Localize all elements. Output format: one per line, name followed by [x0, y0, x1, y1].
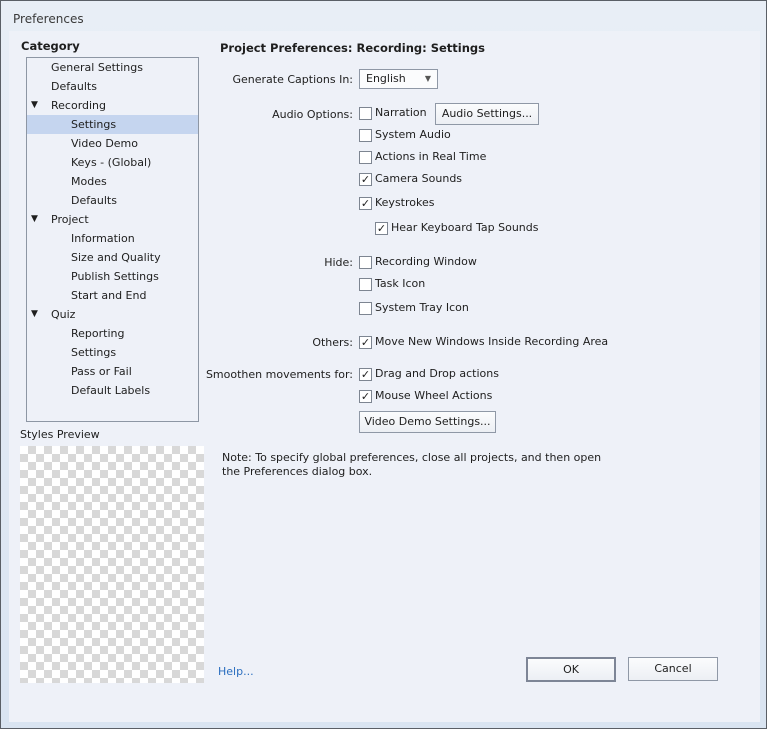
audio-settings-button[interactable]: Audio Settings... — [435, 103, 539, 125]
tree-item-label: Default Labels — [71, 384, 151, 397]
ok-button[interactable]: OK — [526, 657, 616, 682]
checkbox[interactable]: ✓ — [375, 222, 388, 235]
checkbox-label[interactable]: System Audio — [375, 128, 451, 141]
others-label: Others: — [312, 336, 353, 349]
checkbox[interactable]: ✓ — [359, 197, 372, 210]
checkbox[interactable] — [359, 107, 372, 120]
checkbox[interactable]: ✓ — [359, 368, 372, 381]
tree-item[interactable]: ▼ Project — [27, 210, 198, 229]
tree-item-label: Project — [51, 213, 89, 226]
tree-item-label: Video Demo — [71, 137, 138, 150]
tree-item[interactable]: Default Labels — [27, 381, 198, 400]
styles-preview-area — [20, 446, 204, 683]
captions-language-select[interactable]: English ▼ — [359, 69, 438, 89]
window-title: Preferences — [13, 12, 84, 26]
tree-item-label: General Settings — [51, 61, 143, 74]
audio-options-label: Audio Options: — [272, 108, 353, 121]
note-line-2: the Preferences dialog box. — [222, 465, 373, 478]
checkbox-label[interactable]: Narration — [375, 106, 427, 119]
cancel-button[interactable]: Cancel — [628, 657, 718, 681]
checkbox-label[interactable]: Camera Sounds — [375, 172, 462, 185]
tree-item-label: Settings — [71, 346, 117, 359]
styles-preview-label: Styles Preview — [20, 428, 100, 441]
tree-item[interactable]: Information — [27, 229, 198, 248]
captions-language-value: English — [366, 72, 406, 85]
smoothen-label: Smoothen movements for: — [205, 368, 353, 381]
panel-heading: Project Preferences: Recording: Settings — [220, 41, 486, 55]
tree-item-label: Quiz — [51, 308, 76, 321]
tree-item-label: Defaults — [71, 194, 117, 207]
help-link[interactable]: Help... — [218, 665, 254, 678]
tree-item-label: Recording — [51, 99, 107, 112]
tree-item-label: Keys - (Global) — [71, 156, 152, 169]
tree-item[interactable]: ▼ Quiz — [27, 305, 198, 324]
expand-arrow-icon[interactable]: ▼ — [31, 305, 38, 324]
tree-item[interactable]: Start and End — [27, 286, 198, 305]
checkbox[interactable] — [359, 151, 372, 164]
checkbox[interactable]: ✓ — [359, 173, 372, 186]
note-line-1: Note: To specify global preferences, clo… — [222, 451, 602, 464]
tree-item-label: Settings — [71, 118, 117, 131]
tree-item-label: Information — [71, 232, 135, 245]
tree-item[interactable]: Defaults — [27, 191, 198, 210]
checkbox-label[interactable]: Actions in Real Time — [375, 150, 486, 163]
tree-item-label: Reporting — [71, 327, 125, 340]
checkbox-label[interactable]: Move New Windows Inside Recording Area — [375, 335, 608, 348]
checkbox-label[interactable]: Drag and Drop actions — [375, 367, 499, 380]
category-heading: Category — [21, 39, 80, 53]
tree-item-label: Start and End — [71, 289, 147, 302]
tree-item-label: Pass or Fail — [71, 365, 132, 378]
checkbox-label[interactable]: Keystrokes — [375, 196, 434, 209]
tree-item[interactable]: Keys - (Global) — [27, 153, 198, 172]
checkbox-label[interactable]: Recording Window — [375, 255, 477, 268]
checkbox[interactable] — [359, 302, 372, 315]
tree-item[interactable]: Publish Settings — [27, 267, 198, 286]
checkbox-label[interactable]: System Tray Icon — [375, 301, 469, 314]
video-demo-settings-button[interactable]: Video Demo Settings... — [359, 411, 496, 433]
checkbox[interactable] — [359, 278, 372, 291]
chevron-down-icon: ▼ — [424, 74, 431, 83]
tree-item-label: Defaults — [51, 80, 97, 93]
tree-item-label: Publish Settings — [71, 270, 159, 283]
tree-item[interactable]: Modes — [27, 172, 198, 191]
checkbox[interactable] — [359, 256, 372, 269]
expand-arrow-icon[interactable]: ▼ — [31, 96, 38, 115]
checkbox[interactable] — [359, 129, 372, 142]
expand-arrow-icon[interactable]: ▼ — [31, 210, 38, 229]
hide-label: Hide: — [324, 256, 353, 269]
checkbox[interactable]: ✓ — [359, 390, 372, 403]
tree-item-label: Size and Quality — [71, 251, 161, 264]
captions-label: Generate Captions In: — [232, 73, 354, 86]
checkbox-label[interactable]: Mouse Wheel Actions — [375, 389, 492, 402]
checkbox-label[interactable]: Hear Keyboard Tap Sounds — [391, 221, 539, 234]
checkbox-label[interactable]: Task Icon — [375, 277, 425, 290]
tree-item[interactable]: Video Demo — [27, 134, 198, 153]
checkbox[interactable]: ✓ — [359, 336, 372, 349]
tree-item-label: Modes — [71, 175, 107, 188]
